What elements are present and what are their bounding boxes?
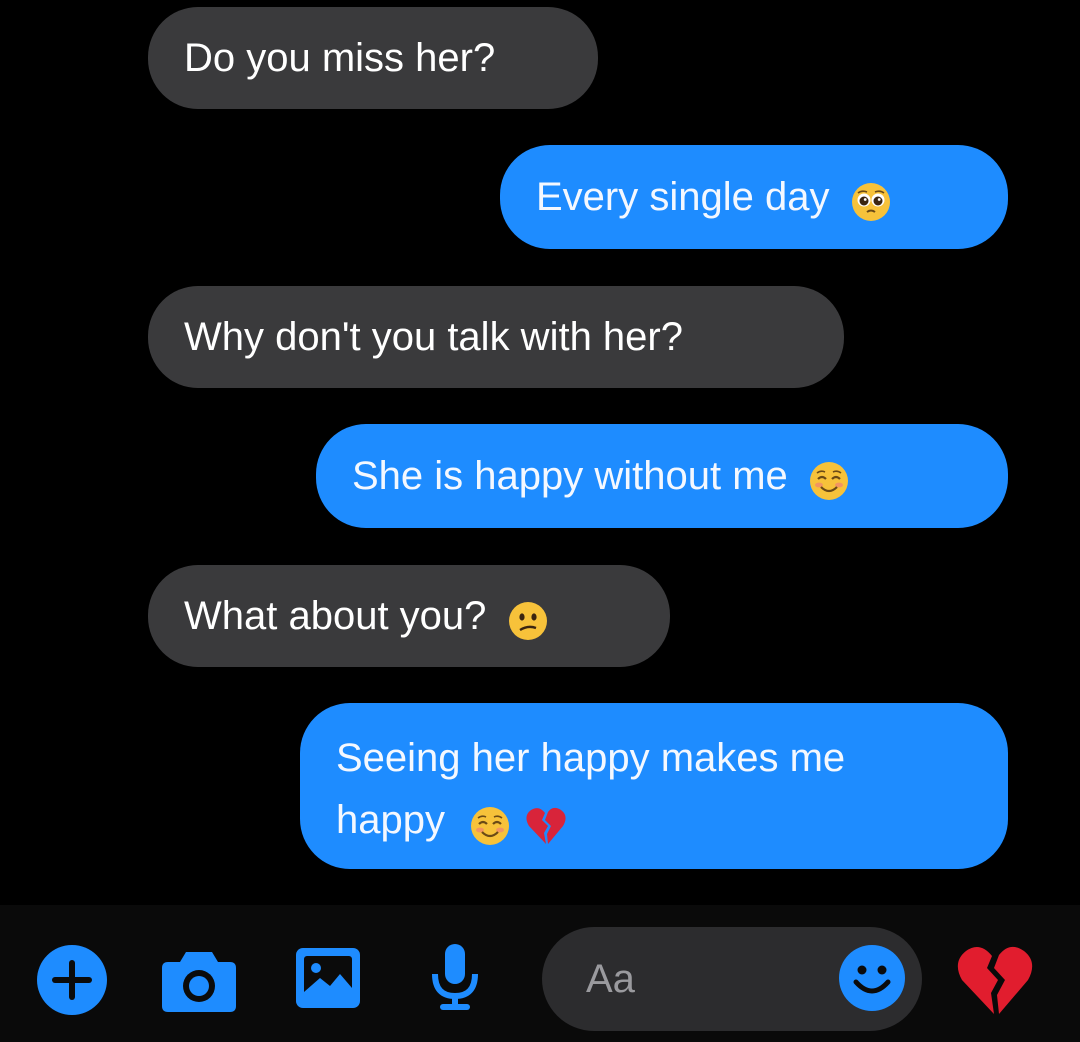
input-placeholder: Aa: [586, 957, 635, 1001]
smiling-face-emoji: [809, 458, 849, 501]
message-text-line: happy: [336, 798, 445, 842]
incoming-message[interactable]: Why don't you talk with her?: [148, 286, 844, 388]
microphone-icon: [432, 944, 478, 1010]
confused-face-emoji: [508, 598, 548, 641]
plus-button[interactable]: [34, 942, 110, 1018]
message-text: Every single day: [536, 175, 830, 219]
camera-button[interactable]: [160, 946, 238, 1014]
outgoing-message[interactable]: Every single day: [500, 145, 1008, 249]
smiling-face-emoji: [470, 802, 510, 846]
quick-reaction-button[interactable]: [956, 944, 1036, 1018]
emoji-button[interactable]: [836, 942, 908, 1014]
broken-heart-emoji: [525, 802, 567, 845]
image-icon: [296, 948, 360, 1008]
incoming-message[interactable]: What about you?: [148, 565, 670, 667]
pleading-face-emoji: [851, 179, 891, 222]
broken-heart-icon: [957, 946, 1033, 1014]
microphone-button[interactable]: [424, 940, 486, 1016]
message-text: Do you miss her?: [184, 36, 496, 80]
outgoing-message[interactable]: Seeing her happy makes me happy: [300, 703, 1008, 869]
gallery-button[interactable]: [292, 944, 364, 1012]
incoming-message[interactable]: Do you miss her?: [148, 7, 598, 109]
camera-icon: [162, 952, 236, 1012]
plus-icon: [37, 945, 107, 1015]
message-text: Why don't you talk with her?: [184, 315, 683, 359]
smiley-icon: [839, 945, 905, 1011]
message-text-line: Seeing her happy makes me: [336, 736, 846, 780]
outgoing-message[interactable]: She is happy without me: [316, 424, 1008, 528]
message-text: What about you?: [184, 594, 487, 638]
message-text: She is happy without me: [352, 454, 788, 498]
